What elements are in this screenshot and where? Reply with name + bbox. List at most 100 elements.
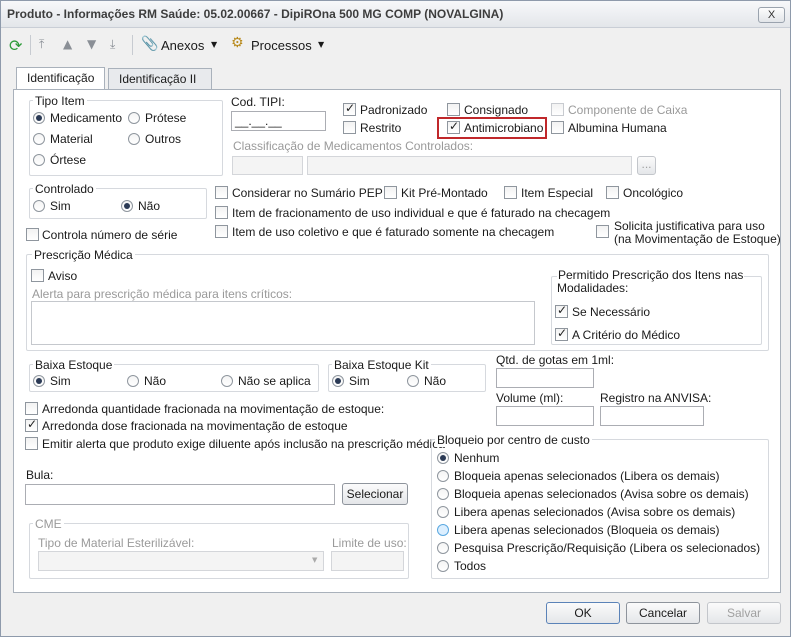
checkbox-sumario-pep[interactable] xyxy=(215,186,228,199)
bula-input[interactable] xyxy=(25,484,335,505)
salvar-button[interactable]: Salvar xyxy=(707,602,781,624)
checkbox-arredonda-dose[interactable] xyxy=(25,417,38,432)
checkbox-albumina[interactable] xyxy=(551,121,564,134)
bula-label: Bula: xyxy=(26,468,54,482)
label-arredonda-fracionada: Arredonda quantidade fracionada na movim… xyxy=(42,402,385,416)
classificacao-code-input[interactable] xyxy=(232,156,303,175)
checkbox-padronizado[interactable] xyxy=(343,101,356,116)
label-justificativa-1: Solicita justificativa para uso xyxy=(614,219,765,233)
checkbox-restrito[interactable] xyxy=(343,121,356,134)
radio-bloqueio-opcao-2[interactable] xyxy=(437,488,449,500)
checkbox-fracionamento[interactable] xyxy=(215,206,228,219)
radio-baixa-sim[interactable] xyxy=(33,375,45,387)
tipo-material-select[interactable] xyxy=(38,551,324,571)
volume-input[interactable] xyxy=(496,406,594,426)
radio-medicamento[interactable] xyxy=(33,112,45,124)
refresh-icon[interactable]: ⟳ xyxy=(9,36,22,55)
toolbar-separator xyxy=(30,35,31,55)
gotas-input[interactable] xyxy=(496,368,594,388)
checkbox-justificativa[interactable] xyxy=(596,225,609,238)
modalidades-legend-2: Modalidades: xyxy=(557,281,629,295)
label-albumina: Albumina Humana xyxy=(568,121,667,135)
label-controlado-nao: Não xyxy=(138,199,161,213)
checkbox-oncologico[interactable] xyxy=(606,186,619,199)
radio-bloqueio-nenhum[interactable] xyxy=(437,452,449,464)
toolbar-separator xyxy=(132,35,133,55)
label-ortese: Órtese xyxy=(50,153,87,167)
classificacao-label: Classificação de Medicamentos Controlado… xyxy=(233,139,474,153)
previous-record-icon[interactable]: ▲ xyxy=(63,37,72,51)
cancelar-button[interactable]: Cancelar xyxy=(626,602,700,624)
label-se-necessario: Se Necessário xyxy=(572,305,651,319)
chevron-down-icon[interactable]: ▼ xyxy=(312,556,317,564)
selecionar-button[interactable]: Selecionar xyxy=(342,483,408,505)
chevron-down-icon[interactable]: ▼ xyxy=(211,40,217,49)
label-bloqueio-opcao-5: Pesquisa Prescrição/Requisição (Libera o… xyxy=(454,541,761,555)
close-button[interactable]: X xyxy=(758,7,785,23)
chevron-down-icon[interactable]: ▼ xyxy=(318,40,324,49)
radio-controlado-nao[interactable] xyxy=(121,200,133,212)
cod-tipi-label: Cod. TIPI: xyxy=(231,95,285,109)
next-record-icon[interactable]: ▼ xyxy=(87,37,96,51)
volume-label: Volume (ml): xyxy=(496,391,564,405)
last-record-icon[interactable]: ⤓ xyxy=(110,37,115,52)
radio-ortese[interactable] xyxy=(33,154,45,166)
checkbox-item-especial[interactable] xyxy=(504,186,517,199)
anexos-menu[interactable]: Anexos xyxy=(161,38,204,53)
limite-uso-input[interactable] xyxy=(331,551,404,571)
radio-bloqueio-todos[interactable] xyxy=(437,560,449,572)
tab-identificacao[interactable]: Identificação xyxy=(16,67,105,90)
label-bloqueio-opcao-4: Libera apenas selecionados (Bloqueia os … xyxy=(454,523,720,537)
checkbox-se-necessario[interactable] xyxy=(555,303,568,318)
label-justificativa-2: (na Movimentação de Estoque) xyxy=(614,232,781,246)
bloqueio-legend: Bloqueio por centro de custo xyxy=(435,433,592,447)
radio-bloqueio-opcao-3[interactable] xyxy=(437,506,449,518)
label-bloqueio-opcao-3: Libera apenas selecionados (Avisa sobre … xyxy=(454,505,736,519)
ok-button[interactable]: OK xyxy=(546,602,620,624)
cod-tipi-value: __.__.__ xyxy=(235,114,282,128)
baixa-kit-legend: Baixa Estoque Kit xyxy=(332,358,431,372)
radio-baixa-nao-aplica[interactable] xyxy=(221,375,233,387)
label-numero-serie: Controla número de série xyxy=(42,228,178,242)
label-baixa-sim: Sim xyxy=(50,374,71,388)
radio-bloqueio-opcao-5[interactable] xyxy=(437,542,449,554)
checkbox-antimicrobiano[interactable] xyxy=(447,119,460,134)
checkbox-consignado[interactable] xyxy=(447,103,460,116)
tab-identificacao-ii[interactable]: Identificação II xyxy=(108,68,212,90)
label-outros: Outros xyxy=(145,132,182,146)
radio-bloqueio-opcao-4[interactable] xyxy=(437,524,449,536)
checkbox-uso-coletivo[interactable] xyxy=(215,225,228,238)
label-oncologico: Oncológico xyxy=(623,186,684,200)
radio-bloqueio-opcao-1[interactable] xyxy=(437,470,449,482)
checkbox-diluente[interactable] xyxy=(25,437,38,450)
radio-protese[interactable] xyxy=(128,112,140,124)
checkbox-aviso[interactable] xyxy=(31,269,44,282)
controlado-legend: Controlado xyxy=(33,182,96,196)
limite-uso-label: Limite de uso: xyxy=(332,536,407,550)
alerta-textarea[interactable] xyxy=(31,301,535,345)
label-uso-coletivo: Item de uso coletivo e que é faturado so… xyxy=(232,225,555,239)
cod-tipi-input[interactable]: __.__.__ xyxy=(231,111,326,131)
checkbox-a-criterio[interactable] xyxy=(555,326,568,341)
anvisa-input[interactable] xyxy=(600,406,704,426)
paperclip-icon: 📎 xyxy=(141,36,159,52)
processos-menu[interactable]: Processos xyxy=(251,38,312,53)
radio-kit-sim[interactable] xyxy=(332,375,344,387)
radio-kit-nao[interactable] xyxy=(407,375,419,387)
radio-controlado-sim[interactable] xyxy=(33,200,45,212)
first-record-icon[interactable]: ⤒ xyxy=(39,37,44,52)
classificacao-browse-button[interactable]: ... xyxy=(637,156,656,175)
radio-outros[interactable] xyxy=(128,133,140,145)
radio-material[interactable] xyxy=(33,133,45,145)
classificacao-desc-input[interactable] xyxy=(307,156,632,175)
checkbox-numero-serie[interactable] xyxy=(26,228,39,241)
label-bloqueio-opcao-1: Bloqueia apenas selecionados (Libera os … xyxy=(454,469,720,483)
prescricao-legend: Prescrição Médica xyxy=(32,248,135,262)
label-baixa-nao: Não xyxy=(144,374,167,388)
radio-baixa-nao[interactable] xyxy=(127,375,139,387)
checkbox-arredonda-fracionada[interactable] xyxy=(25,402,38,415)
checkbox-componente-caixa[interactable] xyxy=(551,103,564,116)
checkbox-kit[interactable] xyxy=(384,186,397,199)
baixa-estoque-legend: Baixa Estoque xyxy=(33,358,115,372)
label-bloqueio-opcao-2: Bloqueia apenas selecionados (Avisa sobr… xyxy=(454,487,749,501)
